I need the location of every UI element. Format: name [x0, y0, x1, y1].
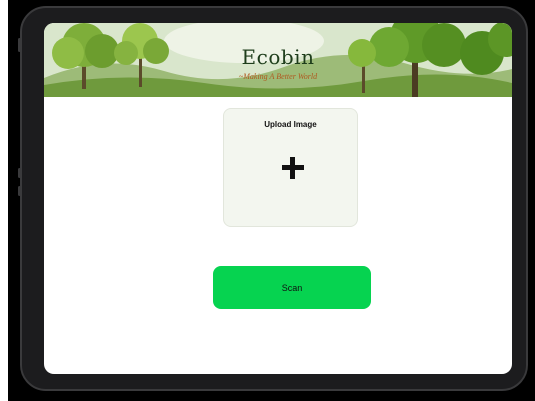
app-subtitle: ~Making A Better World — [238, 72, 318, 81]
header-banner: Ecobin ~Making A Better World — [44, 23, 512, 97]
volume-button — [18, 186, 21, 196]
scan-button[interactable]: Scan — [213, 266, 371, 309]
app-screen: Ecobin ~Making A Better World Upload Ima… — [44, 23, 512, 374]
app-title: Ecobin — [241, 45, 315, 69]
upload-image-card[interactable]: Upload Image — [223, 108, 358, 227]
volume-button — [18, 38, 21, 52]
plus-icon[interactable] — [282, 157, 304, 179]
background: Ecobin ~Making A Better World Upload Ima… — [8, 0, 535, 401]
upload-image-label: Upload Image — [264, 120, 317, 129]
volume-button — [18, 168, 21, 178]
